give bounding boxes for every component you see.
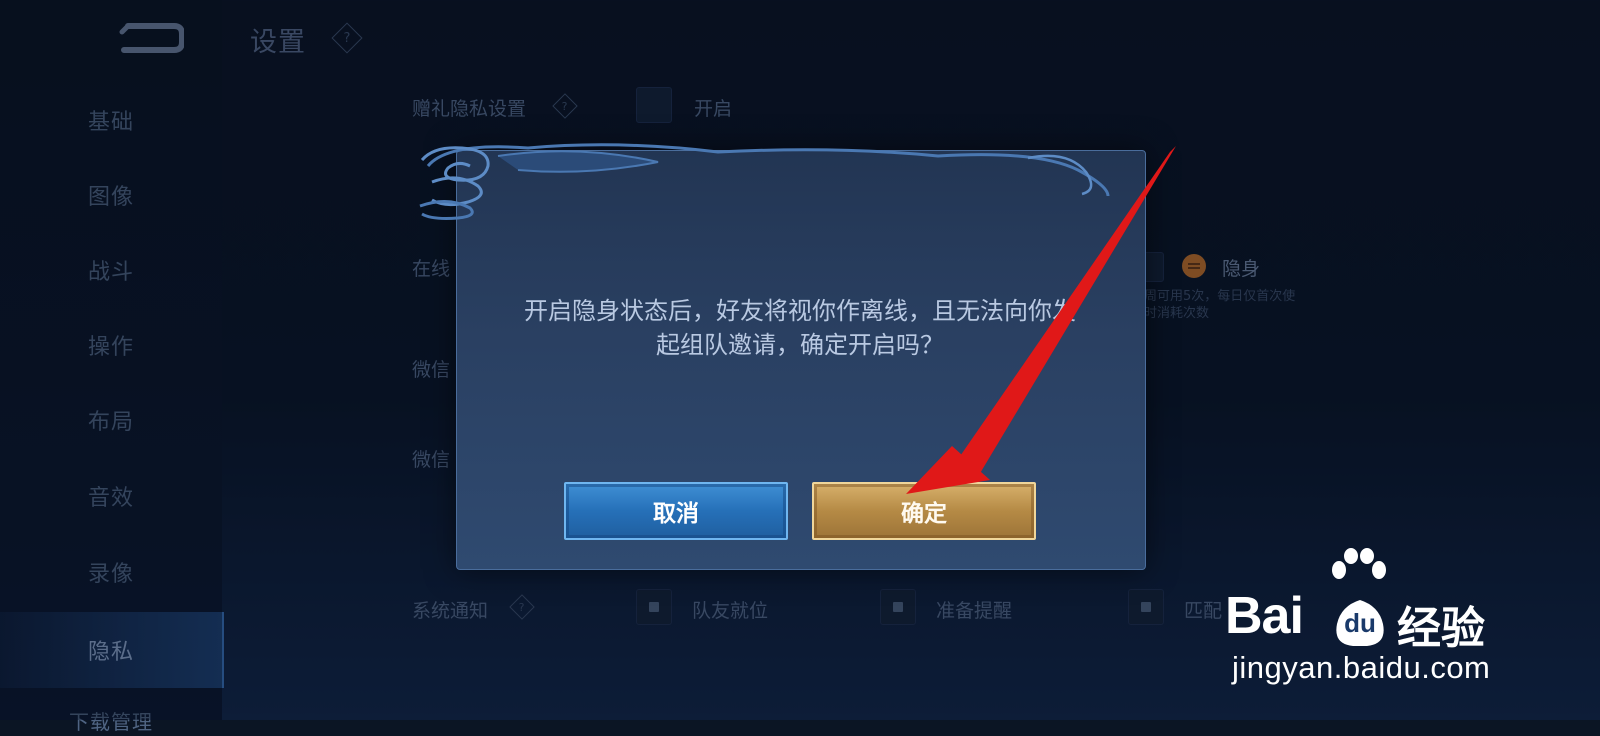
logo-bai-text: Bai <box>1225 587 1304 645</box>
dialog-message-line2: 起组队邀请，确定开启吗？ <box>656 331 944 359</box>
logo-du-text: du <box>1344 608 1376 638</box>
logo-du-badge: du <box>1333 600 1387 646</box>
watermark-url: jingyan.baidu.com <box>1232 650 1491 685</box>
dialog-message: 开启隐身状态后，好友将视你作离线，且无法向你发 起组队邀请，确定开启吗？ <box>480 294 1120 362</box>
confirm-button[interactable]: 确定 <box>812 482 1036 540</box>
dialog-message-line1: 开启隐身状态后，好友将视你作离线，且无法向你发 <box>524 297 1076 325</box>
paw-icon <box>1332 548 1386 579</box>
cancel-button[interactable]: 取消 <box>564 482 788 540</box>
logo-jingyan-text: 经验 <box>1397 603 1485 654</box>
baidu-jingyan-logo: Bai du 经验 <box>1225 548 1545 654</box>
